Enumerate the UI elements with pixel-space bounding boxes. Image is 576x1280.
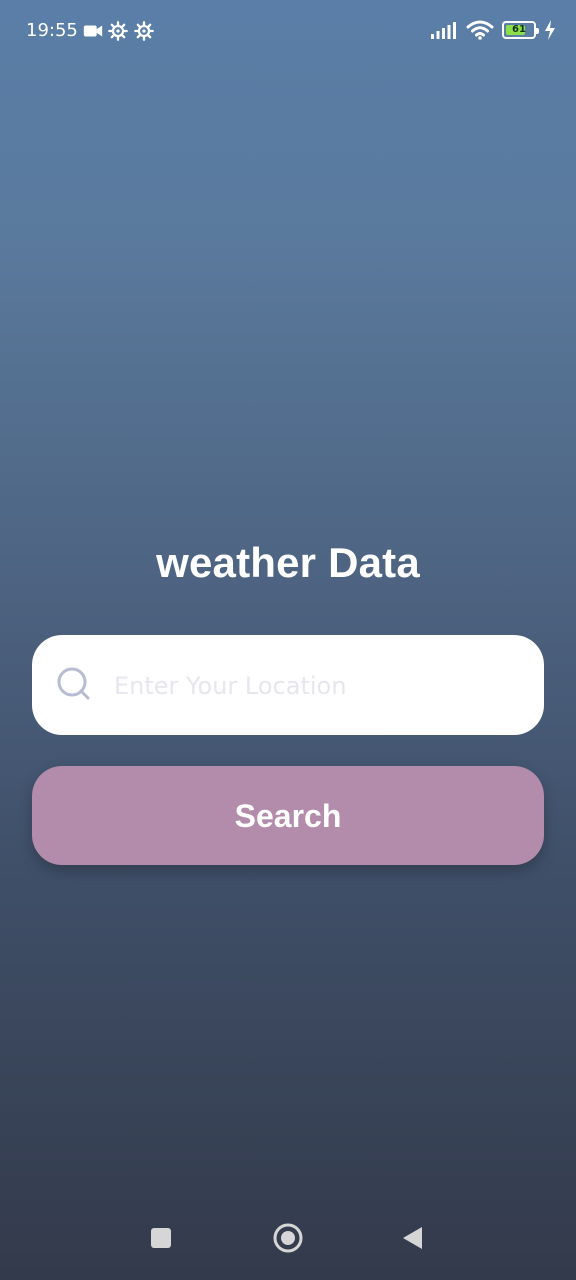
location-search-input[interactable] [112,659,516,713]
search-button[interactable]: Search [32,766,544,865]
battery-icon: 61 [502,21,539,39]
lightning-bolt-icon [545,20,555,40]
gear-icon [134,21,154,41]
battery-percentage: 61 [512,24,526,35]
circle-home-icon[interactable] [266,1216,310,1260]
triangle-back-icon[interactable] [391,1216,435,1260]
system-navigation-bar [0,1194,576,1280]
gear-icon [108,21,128,41]
page-title: weather Data [156,539,420,586]
status-right-cluster: 61 [430,19,556,41]
signal-bars-icon [431,22,456,39]
video-camera-icon [83,25,103,37]
status-bar: 19:55 61 [0,0,576,62]
status-time: 19:55 [26,20,78,41]
square-icon[interactable] [139,1216,183,1260]
battery-cap [536,28,539,34]
wifi-icon [466,20,494,40]
location-search-box[interactable] [32,635,544,735]
search-icon [57,667,90,700]
weather-search-screen: 19:55 61 weather Data Enter Your Locatio… [0,0,576,1280]
